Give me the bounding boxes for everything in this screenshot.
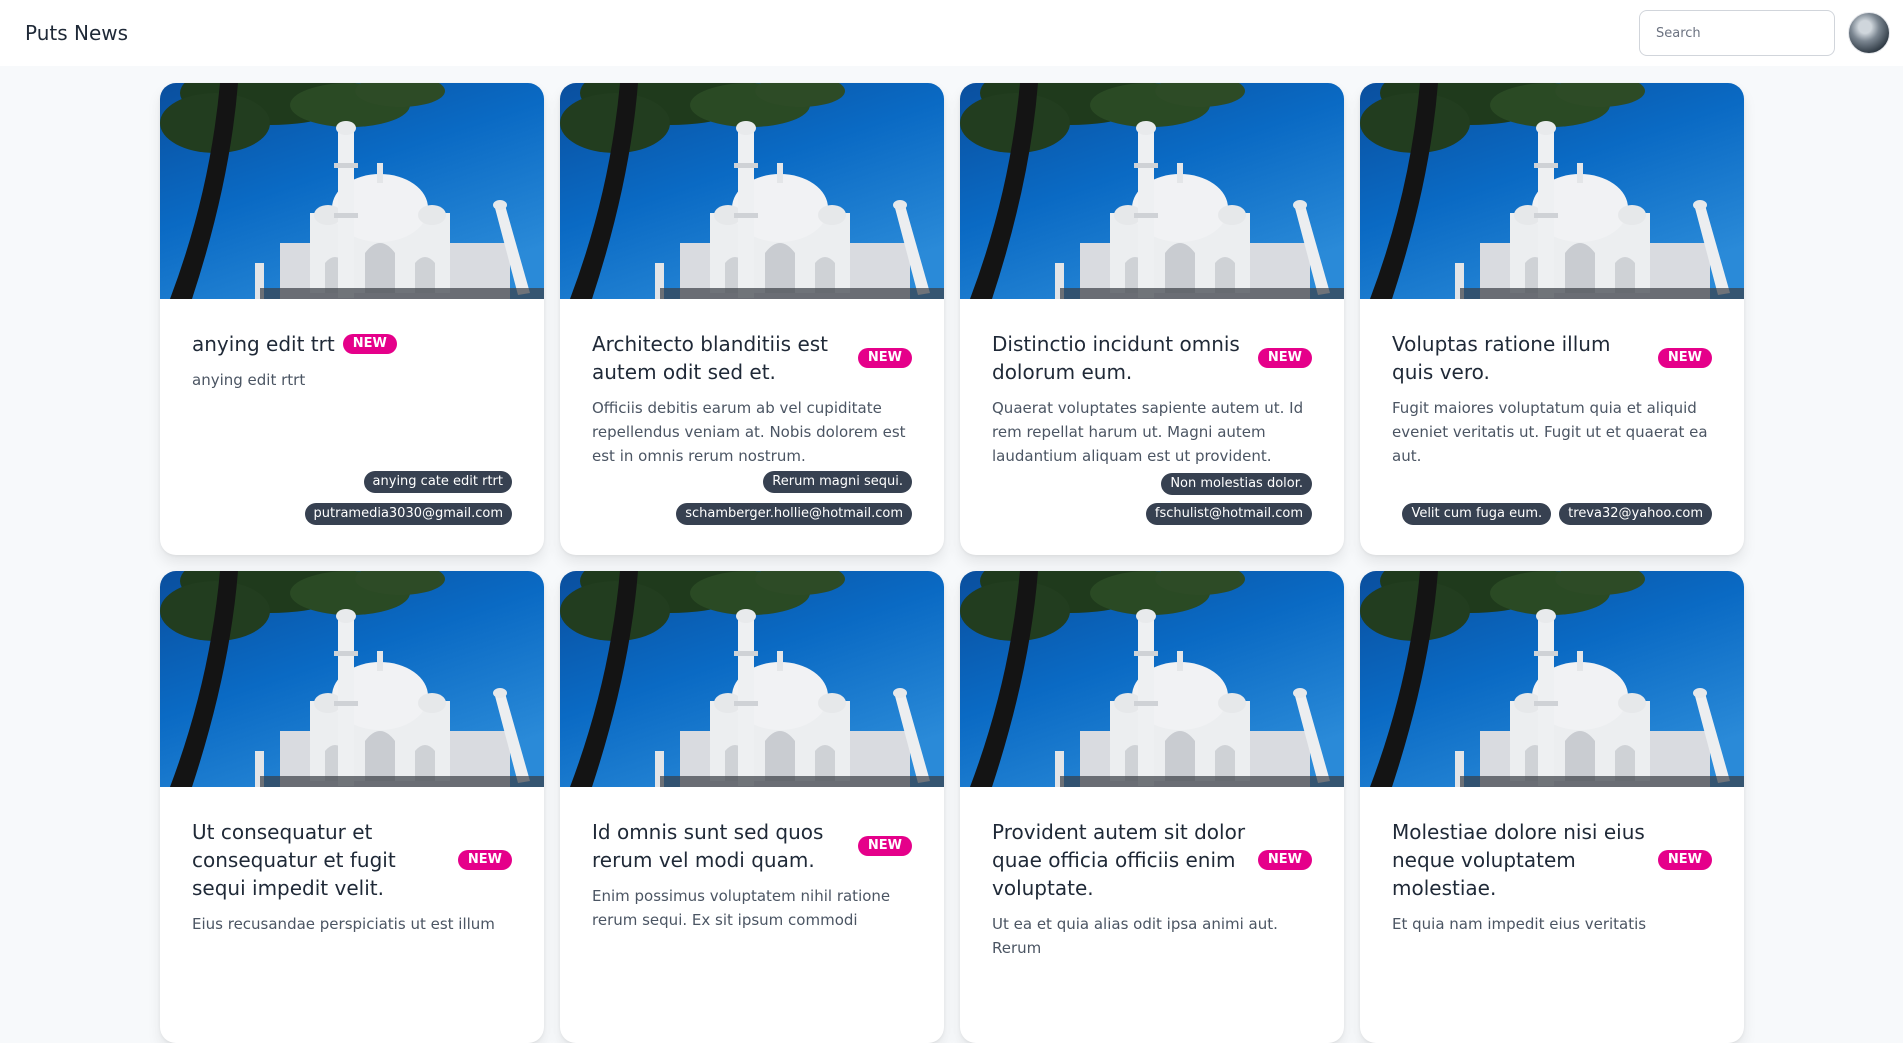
card-title[interactable]: anying edit trt bbox=[192, 330, 335, 358]
new-badge: NEW bbox=[1257, 348, 1312, 368]
card-body: Ut consequatur et consequatur et fugit s… bbox=[160, 787, 544, 1043]
card-description: Quaerat voluptates sapiente autem ut. Id… bbox=[992, 399, 1304, 465]
card-title-row: Provident autem sit dolor quae officia o… bbox=[992, 818, 1312, 902]
card-tags: Rerum magni sequi. schamberger.hollie@ho… bbox=[592, 471, 912, 525]
card-title[interactable]: Ut consequatur et consequatur et fugit s… bbox=[192, 818, 446, 902]
card-body: Voluptas ratione illum quis vero. NEW Fu… bbox=[1360, 299, 1744, 555]
card-tags: Velit cum fuga eum. treva32@yahoo.com bbox=[1392, 503, 1712, 525]
new-badge: NEW bbox=[1657, 850, 1712, 870]
author-tag[interactable]: treva32@yahoo.com bbox=[1559, 503, 1712, 525]
card-description: Officiis debitis earum ab vel cupiditate… bbox=[592, 399, 906, 465]
card-title-row: Ut consequatur et consequatur et fugit s… bbox=[192, 818, 512, 902]
card-title[interactable]: Voluptas ratione illum quis vero. bbox=[1392, 330, 1646, 386]
new-badge: NEW bbox=[342, 334, 397, 354]
news-card-7[interactable]: Provident autem sit dolor quae officia o… bbox=[960, 571, 1344, 1043]
card-title-row: Architecto blanditiis est autem odit sed… bbox=[592, 330, 912, 386]
taj-mahal-photo bbox=[560, 571, 944, 787]
news-card-5[interactable]: Ut consequatur et consequatur et fugit s… bbox=[160, 571, 544, 1043]
search-input[interactable] bbox=[1639, 10, 1835, 56]
card-image bbox=[560, 571, 944, 787]
card-description: Et quia nam impedit eius veritatis bbox=[1392, 915, 1647, 933]
news-card-8[interactable]: Molestiae dolore nisi eius neque volupta… bbox=[1360, 571, 1744, 1043]
category-tag[interactable]: Velit cum fuga eum. bbox=[1402, 503, 1552, 525]
taj-mahal-photo bbox=[160, 83, 544, 299]
user-avatar[interactable] bbox=[1848, 12, 1890, 54]
card-title[interactable]: Molestiae dolore nisi eius neque volupta… bbox=[1392, 818, 1646, 902]
navbar-actions bbox=[1639, 10, 1890, 56]
card-image bbox=[560, 83, 944, 299]
new-badge: NEW bbox=[1257, 850, 1312, 870]
new-badge: NEW bbox=[1657, 348, 1712, 368]
card-image bbox=[1360, 83, 1744, 299]
navbar: Puts News bbox=[0, 0, 1903, 66]
card-body: Provident autem sit dolor quae officia o… bbox=[960, 787, 1344, 1043]
new-badge: NEW bbox=[857, 348, 912, 368]
card-body: Distinctio incidunt omnis dolorum eum. N… bbox=[960, 299, 1344, 555]
card-description: Ut ea et quia alias odit ipsa animi aut.… bbox=[992, 915, 1278, 957]
news-card-grid: anying edit trt NEW anying edit rtrt any… bbox=[160, 83, 1745, 1043]
card-title[interactable]: Distinctio incidunt omnis dolorum eum. bbox=[992, 330, 1246, 386]
card-description: anying edit rtrt bbox=[192, 371, 306, 389]
category-tag[interactable]: Rerum magni sequi. bbox=[763, 471, 912, 493]
card-title-row: anying edit trt NEW bbox=[192, 330, 512, 358]
card-body: Molestiae dolore nisi eius neque volupta… bbox=[1360, 787, 1744, 1043]
news-card-3[interactable]: Distinctio incidunt omnis dolorum eum. N… bbox=[960, 83, 1344, 555]
card-image bbox=[960, 571, 1344, 787]
card-description: Enim possimus voluptatem nihil ratione r… bbox=[592, 887, 891, 929]
author-tag[interactable]: schamberger.hollie@hotmail.com bbox=[676, 503, 912, 525]
card-body: Id omnis sunt sed quos rerum vel modi qu… bbox=[560, 787, 944, 1043]
card-title-row: Distinctio incidunt omnis dolorum eum. N… bbox=[992, 330, 1312, 386]
card-tags: anying cate edit rtrt putramedia3030@gma… bbox=[192, 471, 512, 525]
card-body: anying edit trt NEW anying edit rtrt any… bbox=[160, 299, 544, 555]
taj-mahal-photo bbox=[160, 571, 544, 787]
news-card-1[interactable]: anying edit trt NEW anying edit rtrt any… bbox=[160, 83, 544, 555]
card-title[interactable]: Id omnis sunt sed quos rerum vel modi qu… bbox=[592, 818, 846, 874]
card-description: Fugit maiores voluptatum quia et aliquid… bbox=[1392, 399, 1708, 465]
card-tags: Non molestias dolor. fschulist@hotmail.c… bbox=[992, 473, 1312, 525]
taj-mahal-photo bbox=[1360, 83, 1744, 299]
news-card-2[interactable]: Architecto blanditiis est autem odit sed… bbox=[560, 83, 944, 555]
news-card-4[interactable]: Voluptas ratione illum quis vero. NEW Fu… bbox=[1360, 83, 1744, 555]
card-image bbox=[960, 83, 1344, 299]
news-card-6[interactable]: Id omnis sunt sed quos rerum vel modi qu… bbox=[560, 571, 944, 1043]
taj-mahal-photo bbox=[1360, 571, 1744, 787]
brand-logo[interactable]: Puts News bbox=[25, 21, 128, 45]
new-badge: NEW bbox=[857, 836, 912, 856]
card-image bbox=[1360, 571, 1744, 787]
card-title[interactable]: Provident autem sit dolor quae officia o… bbox=[992, 818, 1246, 902]
card-body: Architecto blanditiis est autem odit sed… bbox=[560, 299, 944, 555]
card-title[interactable]: Architecto blanditiis est autem odit sed… bbox=[592, 330, 846, 386]
card-image bbox=[160, 571, 544, 787]
card-title-row: Molestiae dolore nisi eius neque volupta… bbox=[1392, 818, 1712, 902]
author-tag[interactable]: putramedia3030@gmail.com bbox=[304, 503, 512, 525]
author-tag[interactable]: fschulist@hotmail.com bbox=[1145, 503, 1312, 525]
category-tag[interactable]: Non molestias dolor. bbox=[1161, 473, 1312, 495]
card-image bbox=[160, 83, 544, 299]
taj-mahal-photo bbox=[960, 83, 1344, 299]
category-tag[interactable]: anying cate edit rtrt bbox=[363, 471, 512, 493]
card-description: Eius recusandae perspiciatis ut est illu… bbox=[192, 915, 495, 933]
new-badge: NEW bbox=[457, 850, 512, 870]
taj-mahal-photo bbox=[560, 83, 944, 299]
taj-mahal-photo bbox=[960, 571, 1344, 787]
card-title-row: Id omnis sunt sed quos rerum vel modi qu… bbox=[592, 818, 912, 874]
card-title-row: Voluptas ratione illum quis vero. NEW bbox=[1392, 330, 1712, 386]
